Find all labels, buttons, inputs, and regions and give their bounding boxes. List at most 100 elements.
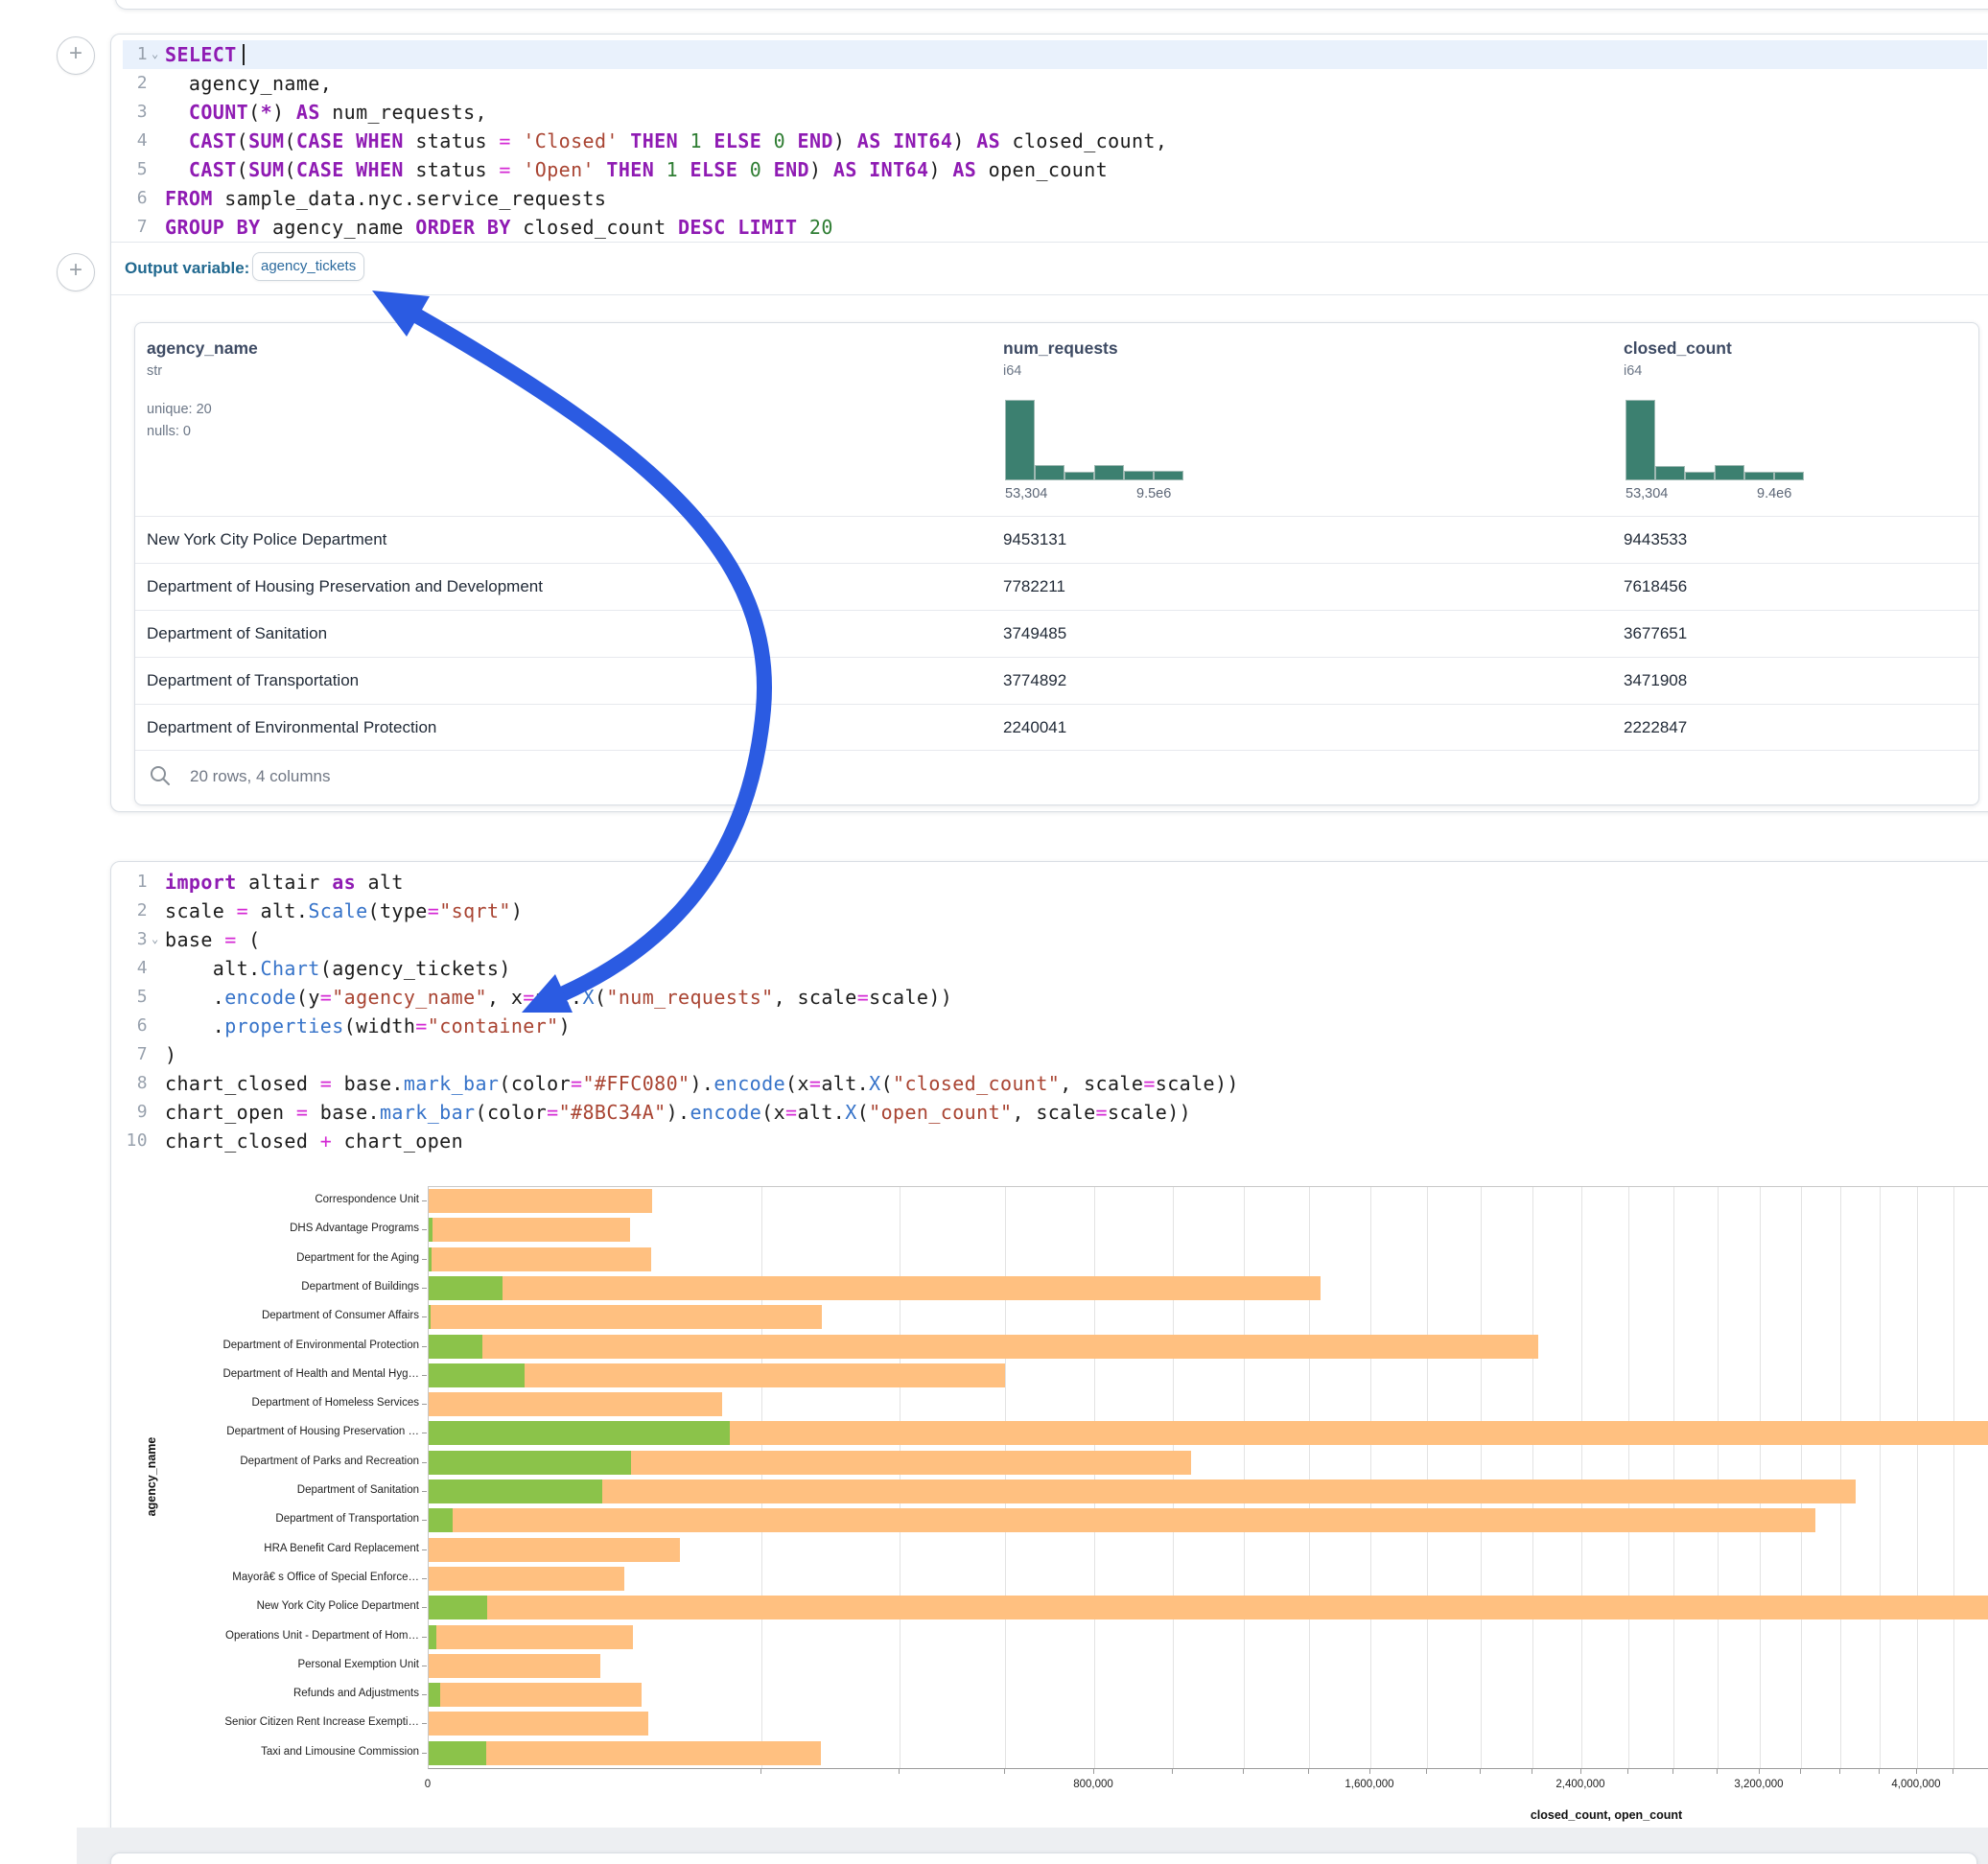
table-row[interactable]: New York City Police Department945313194… — [135, 516, 1978, 564]
grid-line — [1581, 1187, 1582, 1768]
x-axis-tick — [899, 1769, 900, 1774]
line-number: 1 — [123, 868, 148, 897]
value-cell: 3749485 — [1003, 624, 1066, 643]
grid-line — [1309, 1187, 1310, 1768]
grid-line — [1173, 1187, 1174, 1768]
grid-line — [1481, 1187, 1482, 1768]
histogram-bar — [1685, 472, 1715, 480]
code-text: .encode(y="agency_name", x=alt.X("num_re… — [165, 983, 952, 1012]
column-header[interactable]: agency_name — [147, 338, 258, 359]
closed-count-bar — [429, 1625, 633, 1649]
code-line[interactable]: 5 CAST(SUM(CASE WHEN status = 'Open' THE… — [123, 155, 1987, 184]
y-axis-label: Department of Parks and Recreation — [131, 1456, 419, 1467]
y-axis-tick — [422, 1229, 427, 1230]
cell-divider — [111, 242, 1988, 243]
code-line[interactable]: 3⌄base = ( — [123, 925, 1987, 954]
column-header[interactable]: closed_count — [1624, 338, 1732, 359]
code-text: FROM sample_data.nyc.service_requests — [165, 184, 606, 213]
x-axis-label: 800,000 — [1073, 1779, 1113, 1790]
code-line[interactable]: 1⌄SELECT — [123, 40, 1987, 69]
open-count-bar — [429, 1508, 453, 1532]
x-axis-label: 0 — [425, 1779, 431, 1790]
code-line[interactable]: 4 CAST(SUM(CASE WHEN status = 'Closed' T… — [123, 127, 1987, 155]
open-count-bar — [429, 1421, 730, 1445]
fold-caret-icon[interactable]: ⌄ — [152, 39, 159, 68]
code-line[interactable]: 1import altair as alt — [123, 868, 1987, 897]
x-axis-title: closed_count, open_count — [1531, 1808, 1682, 1822]
y-axis-label: Senior Citizen Rent Increase Exempti… — [131, 1716, 419, 1728]
closed-count-bar — [429, 1276, 1321, 1300]
open-count-bar — [429, 1596, 487, 1619]
x-axis-label: 2,400,000 — [1555, 1779, 1604, 1790]
y-axis-label: Department of Buildings — [131, 1281, 419, 1293]
y-axis-label: Department of Consumer Affairs — [131, 1310, 419, 1321]
y-axis-tick — [422, 1578, 427, 1579]
y-axis-tick — [422, 1520, 427, 1521]
code-line[interactable]: 2scale = alt.Scale(type="sqrt") — [123, 897, 1987, 925]
y-axis-title: agency_name — [145, 1437, 158, 1517]
add-cell-button-top[interactable]: + — [57, 36, 95, 75]
row-count-label: 20 rows, 4 columns — [190, 767, 330, 786]
x-axis-tick — [1759, 1769, 1760, 1774]
value-cell: 9443533 — [1624, 530, 1687, 549]
y-axis-tick — [422, 1346, 427, 1347]
histogram-bar — [1655, 466, 1685, 480]
code-line[interactable]: 9chart_open = base.mark_bar(color="#8BC3… — [123, 1098, 1987, 1127]
code-line[interactable]: 7) — [123, 1040, 1987, 1069]
code-line[interactable]: 10chart_closed + chart_open — [123, 1127, 1987, 1155]
agency-name-cell: Department of Environmental Protection — [147, 718, 436, 737]
value-cell: 3471908 — [1624, 671, 1687, 690]
y-axis-label: DHS Advantage Programs — [131, 1223, 419, 1234]
table-row[interactable]: Department of Housing Preservation and D… — [135, 563, 1978, 611]
y-axis-tick — [422, 1607, 427, 1608]
output-variable-pill[interactable]: agency_tickets — [252, 252, 364, 281]
open-count-bar — [429, 1218, 433, 1242]
line-number: 7 — [123, 213, 148, 242]
results-table[interactable]: agency_namestrunique: 20nulls: 0num_requ… — [134, 322, 1979, 805]
open-count-bar — [429, 1741, 486, 1765]
histogram-bar — [1744, 472, 1774, 480]
code-line[interactable]: 5 .encode(y="agency_name", x=alt.X("num_… — [123, 983, 1987, 1012]
code-line[interactable]: 6 .properties(width="container") — [123, 1012, 1987, 1040]
table-row[interactable]: Department of Sanitation37494853677651 — [135, 610, 1978, 658]
line-number: 4 — [123, 954, 148, 983]
y-axis-label: HRA Benefit Card Replacement — [131, 1543, 419, 1554]
histogram-bar — [1774, 472, 1804, 480]
x-axis-tick — [1672, 1769, 1673, 1774]
fold-caret-icon[interactable]: ⌄ — [152, 924, 159, 953]
value-cell: 2240041 — [1003, 718, 1066, 737]
column-header[interactable]: num_requests — [1003, 338, 1118, 359]
grid-line — [1532, 1187, 1533, 1768]
code-line[interactable]: 2 agency_name, — [123, 69, 1987, 98]
closed-count-bar — [429, 1305, 822, 1329]
code-line[interactable]: 4 alt.Chart(agency_tickets) — [123, 954, 1987, 983]
closed-count-bar — [429, 1741, 821, 1765]
agency-name-cell: Department of Housing Preservation and D… — [147, 577, 543, 596]
table-row[interactable]: Department of Environmental Protection 22… — [135, 704, 1978, 752]
y-axis-tick — [422, 1637, 427, 1638]
code-line[interactable]: 6FROM sample_data.nyc.service_requests — [123, 184, 1987, 213]
line-number: 2 — [123, 897, 148, 925]
x-axis-tick — [1093, 1769, 1094, 1774]
x-axis-tick — [1426, 1769, 1427, 1774]
open-count-bar — [429, 1363, 525, 1387]
code-line[interactable]: 7GROUP BY agency_name ORDER BY closed_co… — [123, 213, 1987, 242]
code-line[interactable]: 8chart_closed = base.mark_bar(color="#FF… — [123, 1069, 1987, 1098]
line-number: 9 — [123, 1098, 148, 1127]
agency-name-cell: Department of Transportation — [147, 671, 359, 690]
code-text: alt.Chart(agency_tickets) — [165, 954, 511, 983]
code-line[interactable]: 3 COUNT(*) AS num_requests, — [123, 98, 1987, 127]
y-axis-label: Personal Exemption Unit — [131, 1659, 419, 1670]
closed-count-bar — [429, 1218, 630, 1242]
histogram-bar — [1625, 400, 1655, 480]
column-type: i64 — [1003, 363, 1021, 379]
histogram-bar — [1005, 400, 1035, 480]
add-cell-button-middle[interactable]: + — [57, 253, 95, 291]
grid-line — [1628, 1187, 1629, 1768]
line-number: 7 — [123, 1040, 148, 1069]
y-axis-tick — [422, 1694, 427, 1695]
search-icon[interactable] — [149, 764, 172, 787]
grid-line — [1801, 1187, 1802, 1768]
table-row[interactable]: Department of Transportation377489234719… — [135, 657, 1978, 705]
x-axis-label: 3,200,000 — [1734, 1779, 1783, 1790]
